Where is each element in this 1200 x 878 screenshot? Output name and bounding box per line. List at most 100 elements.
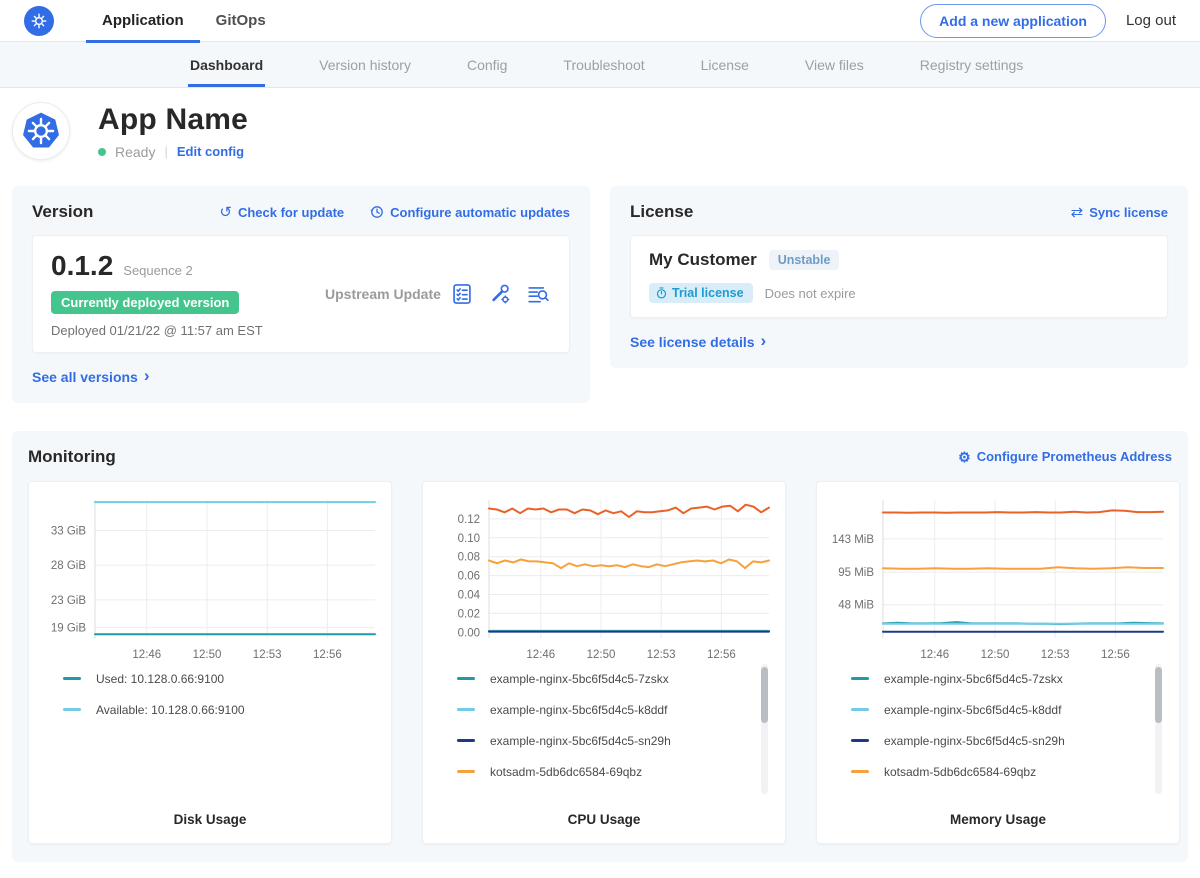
app-avatar — [12, 102, 70, 160]
sync-arrows-icon: ⇄ — [1071, 205, 1084, 220]
tab-application[interactable]: Application — [86, 0, 200, 42]
checklist-icon[interactable] — [451, 283, 473, 305]
legend-label: example-nginx-5bc6f5d4c5-k8ddf — [884, 703, 1061, 717]
svg-text:12:50: 12:50 — [193, 649, 222, 660]
add-application-button[interactable]: Add a new application — [920, 4, 1106, 38]
svg-text:12:50: 12:50 — [981, 649, 1010, 660]
svg-text:0.06: 0.06 — [458, 570, 480, 582]
check-for-update-link[interactable]: ↺ Check for update — [219, 205, 344, 220]
monitoring-title: Monitoring — [28, 447, 116, 467]
trial-license-badge: Trial license — [649, 283, 753, 303]
legend-item[interactable]: kotsadm-5db6dc6584-69qbz — [457, 765, 757, 779]
legend-label: Used: 10.128.0.66:9100 — [96, 672, 224, 686]
svg-text:12:56: 12:56 — [313, 649, 342, 660]
chart-plot: 12:4612:5012:5312:560.120.100.080.060.04… — [431, 494, 777, 660]
svg-text:28 GiB: 28 GiB — [51, 560, 86, 572]
stopwatch-icon — [656, 287, 667, 299]
tab-version-history-label: Version history — [319, 57, 411, 73]
version-source-label: Upstream Update — [325, 286, 451, 302]
tab-config-label: Config — [467, 57, 507, 73]
sync-license-link[interactable]: ⇄ Sync license — [1071, 205, 1168, 220]
customer-name: My Customer — [649, 250, 757, 270]
legend-item[interactable]: example-nginx-5bc6f5d4c5-k8ddf — [457, 703, 757, 717]
legend-dash — [851, 708, 869, 711]
legend-item[interactable]: example-nginx-5bc6f5d4c5-7zskx — [457, 672, 757, 686]
refresh-circular-arrow-icon: ↺ — [219, 205, 232, 220]
tab-gitops[interactable]: GitOps — [200, 0, 282, 42]
legend-item[interactable]: example-nginx-5bc6f5d4c5-sn29h — [457, 734, 757, 748]
license-expiry-text: Does not expire — [765, 286, 856, 301]
legend-scrollbar[interactable] — [761, 664, 768, 794]
cpu-usage-card: 12:4612:5012:5312:560.120.100.080.060.04… — [422, 481, 786, 844]
tab-view-files[interactable]: View files — [777, 42, 892, 87]
svg-text:0.00: 0.00 — [458, 627, 480, 639]
channel-badge: Unstable — [769, 250, 840, 270]
see-all-versions-link[interactable]: See all versions › — [32, 368, 150, 385]
legend-dash — [63, 677, 81, 680]
tab-dashboard[interactable]: Dashboard — [162, 42, 291, 87]
chart-title: Memory Usage — [825, 800, 1171, 827]
legend-scrollbar-thumb[interactable] — [761, 667, 768, 723]
chevron-right-icon: › — [761, 332, 767, 349]
tab-registry-settings-label: Registry settings — [920, 57, 1023, 73]
tab-dashboard-label: Dashboard — [190, 57, 263, 73]
legend-item[interactable]: example-nginx-5bc6f5d4c5-k8ddf — [851, 703, 1151, 717]
configure-prometheus-label: Configure Prometheus Address — [977, 449, 1172, 464]
svg-text:0.08: 0.08 — [458, 551, 480, 563]
legend-scrollbar[interactable] — [1155, 664, 1162, 794]
legend-item[interactable]: example-nginx-5bc6f5d4c5-7zskx — [851, 672, 1151, 686]
legend-item[interactable]: kotsadm-5db6dc6584-69qbz — [851, 765, 1151, 779]
svg-text:19 GiB: 19 GiB — [51, 622, 86, 634]
trial-license-label: Trial license — [672, 286, 744, 300]
tab-application-label: Application — [102, 12, 184, 29]
legend-item[interactable]: Used: 10.128.0.66:9100 — [63, 672, 363, 686]
legend-label: kotsadm-5db6dc6584-69qbz — [884, 765, 1036, 779]
chevron-right-icon: › — [144, 367, 150, 384]
kubernetes-logo[interactable] — [24, 6, 54, 36]
legend-item[interactable]: Available: 10.128.0.66:9100 — [63, 703, 363, 717]
edit-config-link[interactable]: Edit config — [177, 144, 244, 159]
svg-text:12:46: 12:46 — [920, 649, 949, 660]
app-sub-navigation: Dashboard Version history Config Trouble… — [0, 42, 1200, 88]
tab-troubleshoot-label: Troubleshoot — [563, 57, 644, 73]
legend-label: example-nginx-5bc6f5d4c5-k8ddf — [490, 703, 667, 717]
tab-gitops-label: GitOps — [216, 12, 266, 29]
see-all-versions-label: See all versions — [32, 369, 138, 385]
tab-troubleshoot[interactable]: Troubleshoot — [535, 42, 672, 87]
license-card: License ⇄ Sync license My Customer Unsta… — [610, 186, 1188, 368]
wrench-gear-icon[interactable] — [489, 283, 511, 305]
memory-usage-card: 12:4612:5012:5312:56143 MiB95 MiB48 MiBe… — [816, 481, 1180, 844]
legend-item[interactable]: example-nginx-5bc6f5d4c5-sn29h — [851, 734, 1151, 748]
see-license-details-link[interactable]: See license details › — [630, 333, 766, 350]
legend-dash — [457, 708, 475, 711]
monitoring-charts: 12:4612:5012:5312:5633 GiB28 GiB23 GiB19… — [28, 481, 1172, 844]
legend-dash — [457, 770, 475, 773]
svg-text:23 GiB: 23 GiB — [51, 594, 86, 606]
svg-text:12:53: 12:53 — [647, 649, 676, 660]
legend-scrollbar-thumb[interactable] — [1155, 667, 1162, 723]
version-number: 0.1.2 — [51, 250, 113, 282]
tab-license[interactable]: License — [673, 42, 777, 87]
version-card-title: Version — [32, 202, 93, 222]
lines-magnifier-icon[interactable] — [527, 283, 551, 305]
tab-view-files-label: View files — [805, 57, 864, 73]
svg-text:0.10: 0.10 — [458, 532, 480, 544]
configure-prometheus-link[interactable]: ⚙ Configure Prometheus Address — [958, 449, 1172, 464]
logout-link[interactable]: Log out — [1126, 12, 1176, 29]
tab-version-history[interactable]: Version history — [291, 42, 439, 87]
status-ready-dot — [98, 148, 106, 156]
svg-text:12:46: 12:46 — [132, 649, 161, 660]
license-card-title: License — [630, 202, 693, 222]
legend-dash — [63, 708, 81, 711]
configure-automatic-updates-link[interactable]: Configure automatic updates — [370, 205, 570, 220]
sequence-label: Sequence 2 — [123, 263, 192, 278]
chart-plot: 12:4612:5012:5312:56143 MiB95 MiB48 MiB — [825, 494, 1171, 660]
sync-license-label: Sync license — [1089, 205, 1168, 220]
svg-text:143 MiB: 143 MiB — [832, 533, 875, 545]
tab-registry-settings[interactable]: Registry settings — [892, 42, 1051, 87]
legend-label: example-nginx-5bc6f5d4c5-7zskx — [884, 672, 1063, 686]
svg-text:0.02: 0.02 — [458, 608, 480, 620]
divider: | — [164, 144, 167, 159]
svg-text:12:53: 12:53 — [253, 649, 282, 660]
tab-config[interactable]: Config — [439, 42, 535, 87]
